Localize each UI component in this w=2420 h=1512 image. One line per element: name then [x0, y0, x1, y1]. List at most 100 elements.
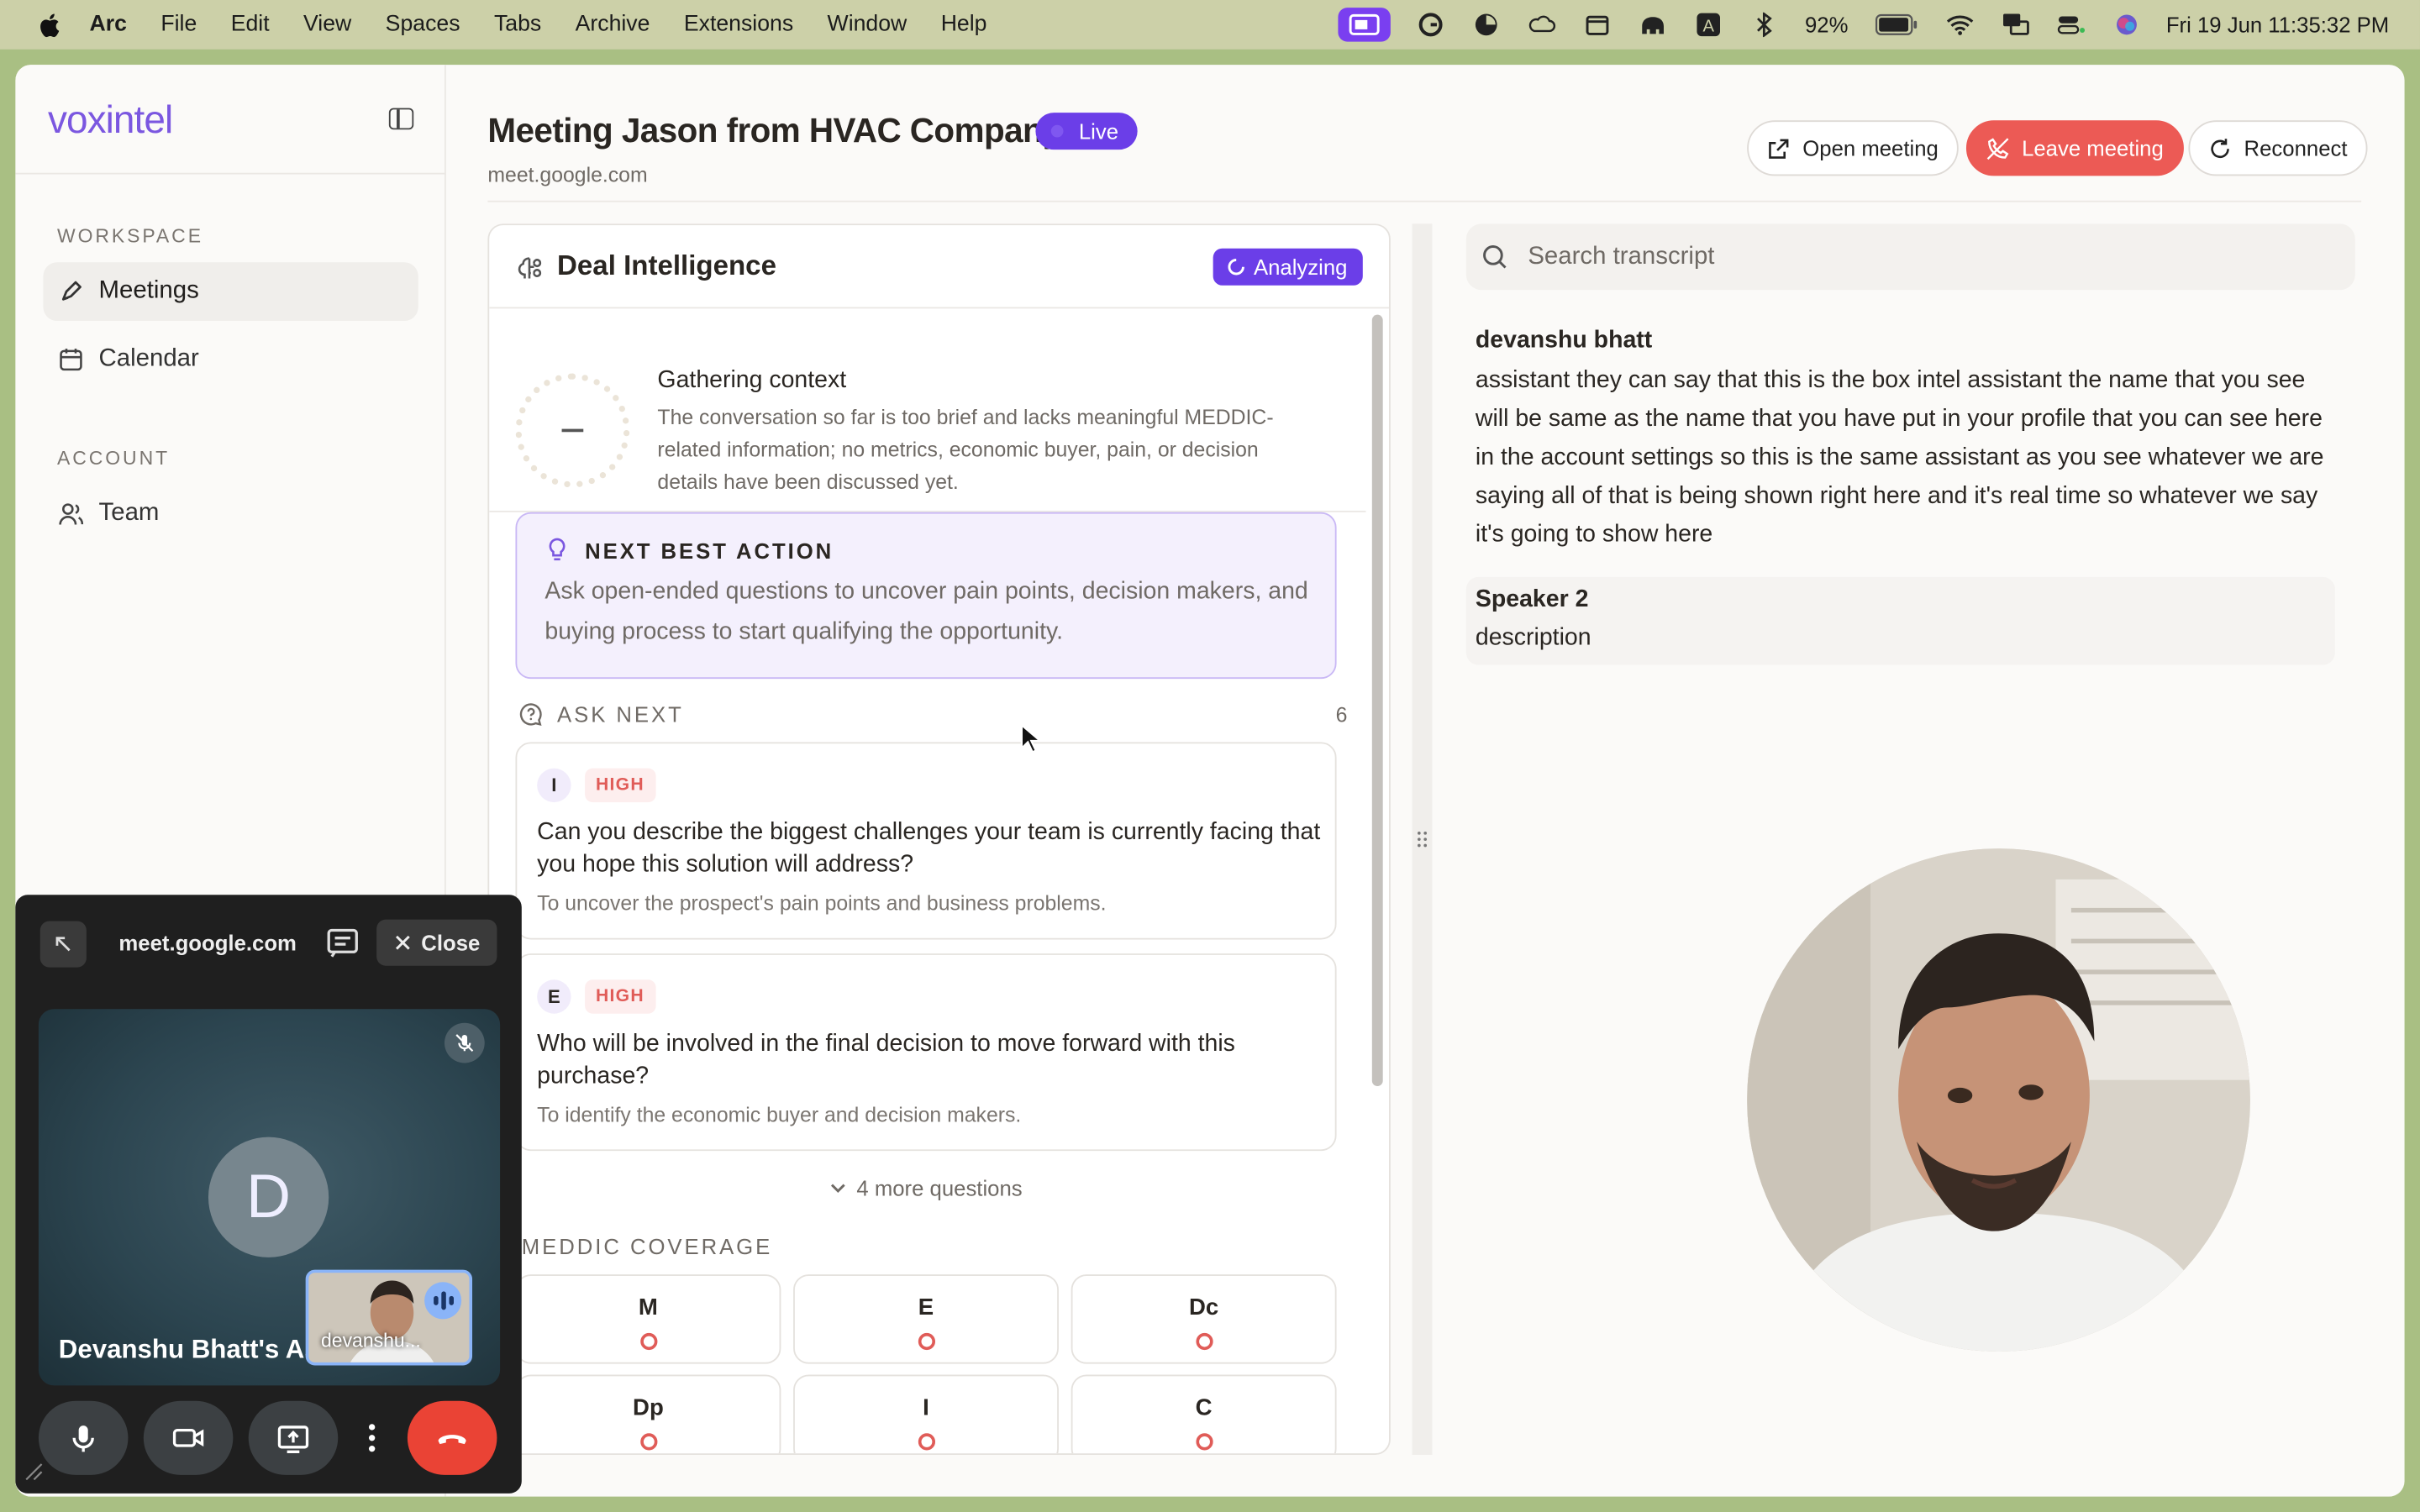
present-screen-icon	[277, 1425, 309, 1453]
bluetooth-icon[interactable]	[1749, 12, 1781, 38]
cloud-icon[interactable]	[1527, 13, 1558, 37]
meddic-key: C	[1195, 1394, 1213, 1421]
coverage-ring	[515, 373, 630, 488]
camera-button[interactable]	[143, 1400, 234, 1475]
transcript-text: description	[1475, 624, 1591, 652]
meddic-cell-identify-pain[interactable]: I	[793, 1374, 1059, 1454]
meeting-domain: meet.google.com	[487, 163, 648, 187]
deal-panel-title: Deal Intelligence	[557, 249, 776, 281]
meddic-cell-decision-criteria[interactable]: Dc	[1071, 1274, 1337, 1364]
self-view-tile[interactable]: devanshu...	[305, 1269, 473, 1366]
resize-handle-icon[interactable]	[24, 1462, 43, 1481]
mic-off-icon	[444, 1022, 485, 1063]
more-options-button[interactable]	[355, 1401, 388, 1475]
present-button[interactable]	[248, 1400, 339, 1475]
clock[interactable]: Fri 19 Jun 11:35:32 PM	[2166, 13, 2389, 37]
sidebar-item-calendar[interactable]: Calendar	[43, 330, 418, 389]
meddic-cell-metrics[interactable]: M	[515, 1274, 781, 1364]
end-call-button[interactable]	[407, 1400, 497, 1475]
brain-icon	[518, 257, 542, 279]
question-card[interactable]: E HIGH Who will be involved in the final…	[515, 953, 1337, 1152]
speaker-name: Speaker 2	[1475, 585, 1589, 613]
meddic-letter-badge: E	[537, 979, 571, 1014]
sidebar-item-team[interactable]: Team	[43, 485, 418, 543]
deal-scrollbar[interactable]	[1371, 314, 1383, 1087]
menu-help[interactable]: Help	[941, 13, 987, 37]
camera-bubble[interactable]	[1747, 848, 2250, 1352]
more-questions-button[interactable]: 4 more questions	[829, 1176, 1023, 1200]
deal-intelligence-panel: Deal Intelligence Analyzing Gathering co…	[487, 223, 1391, 1456]
battery-icon[interactable]	[1873, 13, 1919, 37]
sidebar-item-meetings[interactable]: Meetings	[43, 262, 418, 322]
status-dot	[1196, 1433, 1213, 1451]
control-center-icon[interactable]	[2055, 13, 2086, 37]
menu-file[interactable]: File	[160, 13, 197, 37]
chat-icon[interactable]	[324, 924, 361, 961]
app-logo[interactable]: voxintel	[48, 99, 173, 144]
menu-bar: Arc File Edit View Spaces Tabs Archive E…	[0, 0, 2420, 50]
page-title: Meeting Jason from HVAC Company	[487, 111, 1062, 150]
spinner-icon	[1228, 259, 1245, 276]
menu-tabs[interactable]: Tabs	[494, 13, 541, 37]
meddic-cell-decision-process[interactable]: Dp	[515, 1374, 781, 1454]
grammarly-icon[interactable]	[1416, 13, 1447, 37]
menu-spaces[interactable]: Spaces	[386, 13, 460, 37]
elephant-icon[interactable]	[1639, 13, 1670, 37]
sidebar-item-label: Team	[98, 500, 160, 527]
workspace-section-label: WORKSPACE	[56, 225, 203, 247]
menu-app-name[interactable]: Arc	[90, 13, 127, 37]
status-dot	[640, 1433, 658, 1451]
wifi-icon[interactable]	[1944, 13, 1975, 37]
meddic-key: E	[918, 1294, 934, 1321]
apple-icon[interactable]	[34, 11, 61, 39]
nba-text: Ask open-ended questions to uncover pain…	[544, 578, 1308, 645]
reconnect-button[interactable]: Reconnect	[2188, 120, 2368, 176]
mic-button[interactable]	[38, 1400, 129, 1475]
panel-resize-handle[interactable]	[1412, 223, 1433, 1456]
analyzing-label: Analyzing	[1253, 255, 1348, 280]
siri-icon[interactable]	[2111, 13, 2142, 37]
search-icon	[1483, 245, 1507, 269]
mouse-cursor-icon	[1020, 723, 1042, 753]
leave-meeting-label: Leave meeting	[2022, 135, 2164, 161]
question-text: Who will be involved in the final decisi…	[537, 1030, 1235, 1089]
sidebar-toggle-icon[interactable]	[388, 108, 414, 130]
external-link-icon	[1769, 138, 1789, 158]
meddic-cell-economic-buyer[interactable]: E	[793, 1274, 1059, 1364]
chevron-down-icon	[830, 1184, 845, 1194]
screen-share-icon[interactable]	[1339, 8, 1392, 42]
pie-icon[interactable]	[1471, 13, 1502, 37]
menu-extensions[interactable]: Extensions	[684, 13, 793, 37]
header-divider	[487, 200, 2362, 202]
meddic-key: Dp	[633, 1394, 664, 1421]
priority-badge: HIGH	[585, 979, 655, 1014]
search-input[interactable]	[1528, 223, 2331, 291]
menu-window[interactable]: Window	[828, 13, 908, 37]
reconnect-label: Reconnect	[2244, 135, 2348, 161]
input-a-icon[interactable]: A	[1694, 13, 1725, 37]
open-meeting-button[interactable]: Open meeting	[1747, 120, 1959, 176]
question-card[interactable]: I HIGH Can you describe the biggest chal…	[515, 742, 1337, 940]
participant-name: Devanshu Bhatt's As	[58, 1334, 318, 1364]
ask-next-label: ASK NEXT	[557, 701, 684, 727]
nba-label: NEXT BEST ACTION	[585, 538, 834, 564]
meddic-coverage-label: MEDDIC COVERAGE	[521, 1234, 773, 1259]
sidebar-divider	[15, 172, 446, 175]
mic-icon	[72, 1425, 94, 1452]
menu-edit[interactable]: Edit	[231, 13, 270, 37]
pen-icon	[61, 281, 82, 301]
calendar-icon	[60, 349, 82, 371]
meddic-cell-champion[interactable]: C	[1071, 1374, 1337, 1454]
speaking-indicator-icon	[424, 1282, 462, 1320]
mirroring-icon[interactable]	[1999, 13, 2030, 37]
return-to-tab-button[interactable]	[39, 921, 87, 968]
lightbulb-icon	[549, 538, 566, 561]
leave-meeting-button[interactable]: Leave meeting	[1965, 120, 2184, 176]
pip-close-button[interactable]: Close	[376, 919, 497, 966]
transcript-search	[1465, 223, 2355, 291]
menu-archive[interactable]: Archive	[576, 13, 650, 37]
participant-tile[interactable]: D Devanshu Bhatt's As devanshu...	[38, 1009, 501, 1386]
menu-view[interactable]: View	[303, 13, 351, 37]
more-vertical-icon	[368, 1424, 376, 1452]
clapper-icon[interactable]	[1583, 13, 1614, 37]
